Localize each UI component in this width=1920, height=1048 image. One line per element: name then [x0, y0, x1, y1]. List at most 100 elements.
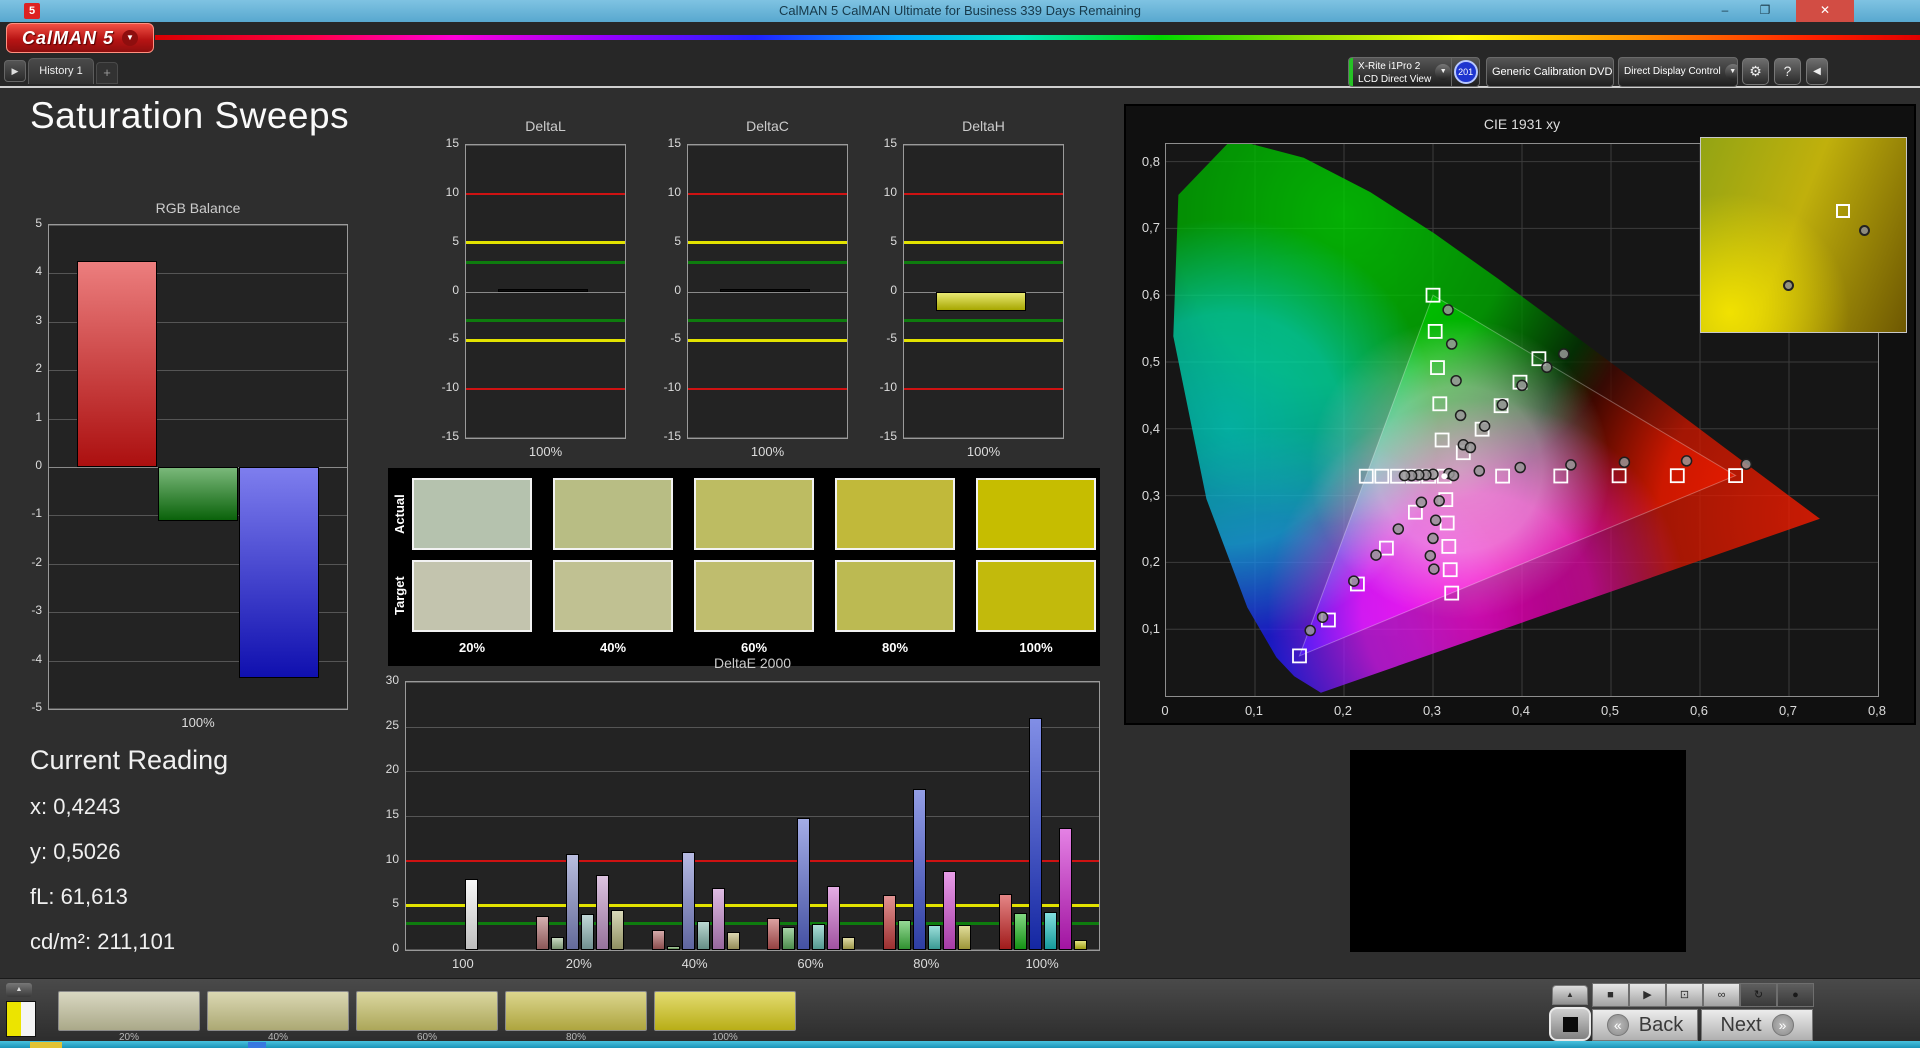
source-dropdown[interactable]: Generic Calibration DVD ▼	[1486, 57, 1614, 87]
transport-play-button[interactable]: ▶	[1629, 983, 1666, 1007]
taskbar-icon[interactable]	[248, 1042, 266, 1048]
column-label: 60%	[740, 640, 768, 655]
cie-zoom-inset	[1700, 137, 1907, 333]
meter-dropdown[interactable]: X-Rite i1Pro 2 LCD Direct View ▼ 201	[1348, 57, 1480, 87]
calman-logo-menu[interactable]: CalMAN 5 ▼	[6, 23, 154, 53]
chevron-down-icon: ▼	[1435, 64, 1452, 80]
y-tick-label: 5	[452, 233, 459, 248]
column-label: 40%	[599, 640, 627, 655]
next-button[interactable]: Next »	[1701, 1009, 1813, 1041]
maximize-button[interactable]: ❐	[1750, 0, 1780, 22]
y-tick-label: 5	[890, 233, 897, 248]
group-label: 100	[452, 956, 474, 971]
patch-tile-20%[interactable]	[58, 991, 200, 1031]
reading-y: y: 0,5026	[30, 839, 121, 864]
back-button[interactable]: « Back	[1592, 1009, 1698, 1041]
red-bar-40%	[652, 930, 665, 950]
y-tick-label: 0	[452, 282, 459, 297]
minimize-button[interactable]: –	[1710, 0, 1740, 22]
calman-window: 5 CalMAN 5 CalMAN Ultimate for Business …	[0, 0, 1920, 1048]
cie-y-tick: 0,4	[1141, 420, 1160, 436]
gridline	[406, 949, 1099, 950]
y-tick-label: -1	[31, 506, 42, 521]
display-control-label: Direct Display Control	[1624, 66, 1721, 77]
target-patch-40%	[553, 560, 673, 632]
transport-marker-button[interactable]: ⊡	[1666, 983, 1703, 1007]
help-button[interactable]: ?	[1774, 58, 1801, 85]
y-tick-label: 2	[35, 361, 42, 376]
taskbar-icon[interactable]	[30, 1042, 62, 1048]
cie-chart-title: CIE 1931 xy	[1483, 116, 1561, 132]
red-bar-80%	[883, 894, 896, 950]
patch-tile-80%[interactable]	[505, 991, 647, 1031]
patch-tile-40%[interactable]	[207, 991, 349, 1031]
yellow-bar-80%	[958, 924, 971, 950]
reference-line	[466, 388, 625, 391]
chevron-down-icon: ▼	[122, 30, 138, 46]
magenta-bar-100%	[1059, 827, 1072, 950]
reference-line	[406, 903, 1099, 907]
cie-x-tick: 0,4	[1511, 703, 1531, 718]
patch-tile-100%[interactable]	[654, 991, 796, 1031]
rgb-balance-chart: RGB Balance 5 4 3 2 1 0 -1 -2 -3 -4 -5 100%	[20, 200, 365, 750]
close-button[interactable]: ✕	[1796, 0, 1854, 22]
transport-loop-button[interactable]: ∞	[1703, 983, 1740, 1007]
cie-y-tick: 0,8	[1141, 153, 1160, 169]
transport-refresh-button[interactable]: ↻	[1740, 983, 1777, 1007]
collapse-toolbar-button[interactable]: ◀	[1806, 58, 1828, 85]
display-control-dropdown[interactable]: Direct Display Control ▼	[1618, 57, 1738, 87]
y-tick-label: -5	[670, 331, 681, 346]
tab-scroll-button[interactable]: ▶	[4, 60, 26, 82]
gridline	[49, 225, 347, 226]
green-bar-100%	[1014, 913, 1027, 950]
reading-fl: fL: 61,613	[30, 884, 128, 909]
cie-x-tick: 0,6	[1689, 703, 1709, 718]
patch-tile-60%[interactable]	[356, 991, 498, 1031]
transport-record-button[interactable]: ●	[1777, 983, 1814, 1007]
reference-line	[904, 192, 1063, 195]
group-label: 100%	[1025, 956, 1059, 971]
delta-e-2000-chart: DeltaE 2000 30 25 20 15 10 5 0 100 20% 40% 60% 80% 10…	[360, 655, 1120, 977]
strip-eject-button[interactable]: ▲	[6, 983, 32, 997]
blue-bar-40%	[682, 851, 695, 950]
cie-y-tick: 0,5	[1141, 354, 1160, 369]
y-tick-label: -10	[663, 380, 681, 395]
patch-window-icon[interactable]	[6, 1001, 36, 1037]
yellow-bar-100%	[1074, 940, 1087, 950]
cie-x-tick: 0,7	[1778, 703, 1798, 718]
y-tick-label: 15	[385, 807, 399, 821]
green-bar-20%	[551, 936, 564, 950]
bottom-patch-bar: ▲ ▲ « Back Next » 20% 40% 60% 80% 100% ■ ▶ ⊡ ∞ ↻ ●	[0, 978, 1920, 1043]
panel-eject-button[interactable]: ▲	[1552, 985, 1588, 1005]
y-tick-label: 5	[674, 233, 681, 248]
tab-history-1[interactable]: History 1	[28, 58, 94, 84]
reference-line	[904, 241, 1063, 245]
actual-patch-40%	[553, 478, 673, 550]
target-patch-20%	[412, 560, 532, 632]
header: CalMAN 5 ▼ ▶ History 1 + X-Rite i1Pro 2 …	[0, 22, 1920, 88]
delta-l-chart: DeltaL 15 10 5 0 -5 -10 -15 100%	[420, 118, 652, 468]
transport-stop-button[interactable]: ■	[1592, 983, 1629, 1007]
title-bar: 5 CalMAN 5 CalMAN Ultimate for Business …	[0, 0, 1920, 22]
y-tick-label: 30	[385, 673, 399, 687]
gridline	[904, 437, 1063, 438]
windows-taskbar-edge[interactable]	[0, 1041, 1920, 1048]
add-tab-button[interactable]: +	[96, 62, 118, 84]
delta_h-title: DeltaH	[962, 118, 1005, 134]
reference-line	[688, 338, 847, 342]
column-label: 80%	[881, 640, 909, 655]
settings-gear-button[interactable]: ⚙	[1742, 58, 1769, 85]
pattern-window-button[interactable]	[1549, 1007, 1591, 1041]
target-patch-100%	[976, 560, 1096, 632]
reference-line	[466, 192, 625, 195]
y-tick-label: 10	[667, 184, 681, 199]
red-bar	[77, 261, 157, 467]
gridline	[406, 682, 1099, 683]
patch-icon-yellow-half	[7, 1002, 21, 1036]
row-label-actual: Actual	[392, 494, 407, 534]
y-tick-label: -5	[31, 700, 42, 714]
cyan-bar-100%	[1044, 911, 1057, 950]
magenta-bar-80%	[943, 871, 956, 950]
cie-y-tick: 0,7	[1141, 220, 1160, 236]
y-tick-label: 15	[445, 136, 459, 150]
